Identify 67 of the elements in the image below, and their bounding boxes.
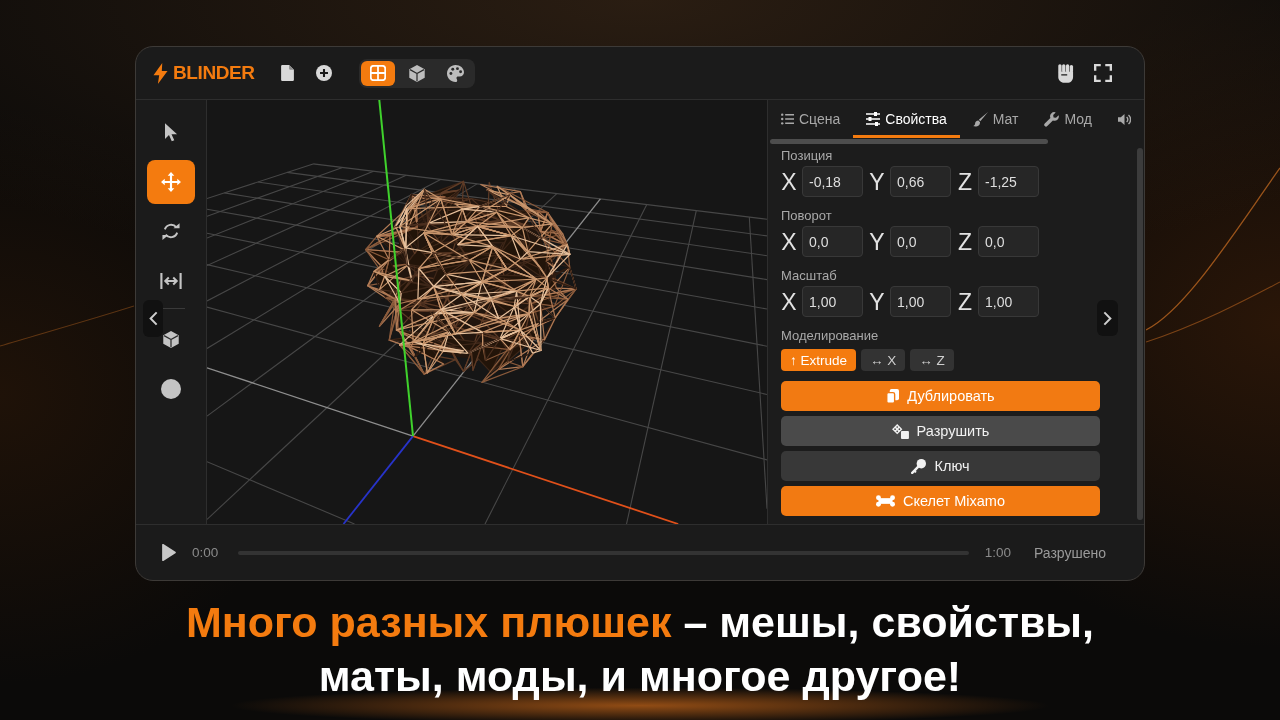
rotate-icon [162, 222, 180, 240]
timeline-track[interactable] [238, 550, 969, 555]
caption: Много разных плюшек – мешы, свойствы, маты, моды, и многое другое! [185, 597, 1095, 702]
axis-label: Z [957, 168, 973, 195]
dice-icon [891, 423, 909, 439]
logo-text: BLINDER [173, 62, 255, 84]
palette-icon [447, 64, 465, 82]
key-icon [911, 458, 927, 474]
coordinate-input[interactable]: 0,0 [978, 226, 1039, 257]
coordinate-input[interactable]: -0,18 [802, 166, 863, 197]
axis-label: Y [869, 288, 885, 315]
coordinate-input[interactable]: 1,00 [890, 286, 951, 317]
list-icon [781, 113, 794, 125]
move-icon [161, 171, 181, 192]
axis-label: Z [957, 228, 973, 255]
bone-icon [876, 495, 895, 507]
section-title: Поворот [781, 208, 833, 224]
status-text: Разрушено [1033, 544, 1106, 561]
axis-label: X [781, 168, 797, 195]
modeling-chip[interactable]: ↔ Z [910, 349, 954, 371]
lightning-icon [153, 62, 168, 84]
axis-label: X [781, 228, 797, 255]
elapsed-time: 0:00 [192, 545, 219, 560]
raised-fist-icon[interactable] [1057, 63, 1074, 83]
file-icon[interactable] [280, 65, 294, 81]
axis-label: Z [957, 288, 973, 315]
cursor-icon [164, 122, 178, 142]
plus-circle-icon[interactable] [315, 65, 332, 81]
sliders-icon [866, 112, 881, 126]
panel-tab[interactable]: Мат [959, 100, 1032, 138]
section-title: Позиция [781, 148, 834, 164]
key-button[interactable]: Ключ [781, 451, 1100, 481]
horizontal-scrollbar[interactable] [770, 139, 1048, 144]
vertical-scrollbar[interactable] [1137, 148, 1143, 520]
chevron-left-icon [148, 311, 158, 326]
coordinate-input[interactable]: 0,0 [802, 226, 863, 257]
view-mode-tab[interactable] [360, 60, 395, 86]
axis-label: X [781, 288, 797, 315]
section-title: Масштаб [781, 268, 838, 284]
panel-tab[interactable]: Сцена [768, 100, 854, 138]
coordinate-input[interactable]: 0,66 [890, 166, 951, 197]
shatter-button[interactable]: Разрушить [781, 416, 1100, 446]
panel-tab[interactable]: Мод [1031, 100, 1105, 138]
grid-icon [369, 65, 386, 81]
wrench-icon [1044, 111, 1060, 127]
cube-icon [163, 331, 179, 348]
duration-time: 1:00 [984, 545, 1011, 560]
speaker-icon [1117, 112, 1131, 126]
modeling-chip[interactable]: ↔ X [861, 349, 906, 371]
play-icon[interactable] [161, 544, 176, 561]
scale-icon [160, 272, 182, 289]
axis-label: Y [869, 228, 885, 255]
brush-icon [972, 111, 988, 127]
section-title: Моделирование [781, 328, 880, 344]
coordinate-input[interactable]: -1,25 [978, 166, 1039, 197]
sphere-icon [161, 379, 181, 399]
fullscreen-icon[interactable] [1094, 64, 1112, 82]
axis-label: Y [869, 168, 885, 195]
copy-icon [886, 388, 900, 404]
chevron-right-icon [1103, 310, 1112, 326]
cube-icon [408, 64, 425, 82]
expand-panel-button[interactable] [1097, 300, 1118, 336]
tool-button[interactable] [147, 159, 195, 204]
coordinate-input[interactable]: 1,00 [978, 286, 1039, 317]
collapse-toolbar-button[interactable] [143, 300, 163, 337]
coordinate-input[interactable]: 1,00 [802, 286, 863, 317]
coordinate-input[interactable]: 0,0 [890, 226, 951, 257]
